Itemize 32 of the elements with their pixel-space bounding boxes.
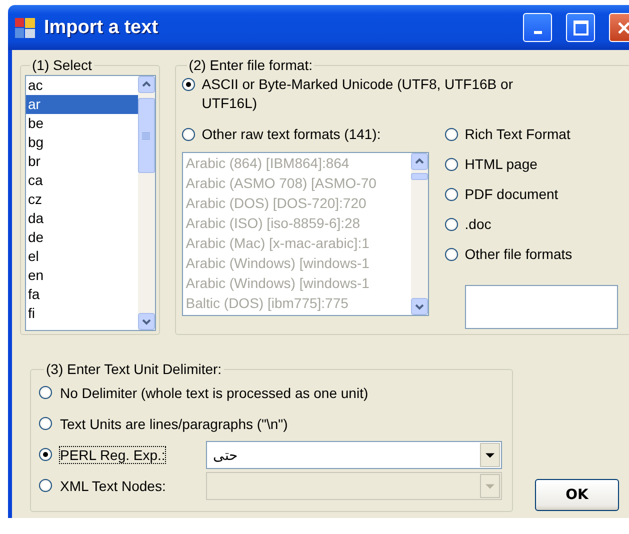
window-title: Import a text bbox=[44, 16, 160, 38]
list-item[interactable]: de bbox=[26, 228, 138, 247]
radio-label: Other file formats bbox=[464, 245, 572, 264]
group-label: (2) Enter file format: bbox=[188, 57, 314, 73]
radio-label: ASCII or Byte-Marked Unicode (UTF8, UTF16B or UTF16L) bbox=[202, 75, 514, 113]
radio-label: PDF document bbox=[464, 185, 558, 204]
list-item[interactable]: da bbox=[26, 209, 138, 228]
list-item[interactable]: en bbox=[26, 266, 138, 285]
field-value: حتى bbox=[213, 446, 238, 462]
radio-label: HTML page bbox=[464, 155, 538, 174]
list-item[interactable]: bg bbox=[26, 133, 138, 152]
group-label: (1) Select bbox=[31, 57, 93, 73]
radio-label: Rich Text Format bbox=[464, 125, 570, 144]
list-item[interactable]: cz bbox=[26, 190, 138, 209]
dropdown-field[interactable]: حتى bbox=[206, 440, 502, 468]
radio-label: Other raw text formats (141): bbox=[202, 125, 381, 144]
list-item[interactable]: fa bbox=[26, 285, 138, 304]
list-item[interactable]: fi bbox=[26, 304, 138, 323]
list-item[interactable]: br bbox=[26, 152, 138, 171]
radio-label: PERL Reg. Exp.: bbox=[60, 446, 166, 462]
list-item[interactable]: be bbox=[26, 114, 138, 133]
language-list[interactable]: ac ar be bg br ca cz da de el en fa fi bbox=[25, 75, 156, 331]
list-item[interactable]: ar bbox=[26, 95, 138, 114]
ok-button[interactable]: OK bbox=[535, 479, 619, 511]
group-label: (3) Enter Text Unit Delimiter: bbox=[45, 361, 223, 377]
radio-label: XML Text Nodes: bbox=[60, 478, 166, 494]
radio-label: No Delimiter (whole text is processed as one unit) bbox=[60, 384, 368, 400]
radio-label: Text Units are lines/paragraphs ("\n") bbox=[60, 416, 288, 432]
list-item[interactable]: ac bbox=[26, 76, 138, 95]
radio-label: .doc bbox=[464, 215, 492, 234]
list-item[interactable]: ca bbox=[26, 171, 138, 190]
list-item[interactable]: el bbox=[26, 247, 138, 266]
